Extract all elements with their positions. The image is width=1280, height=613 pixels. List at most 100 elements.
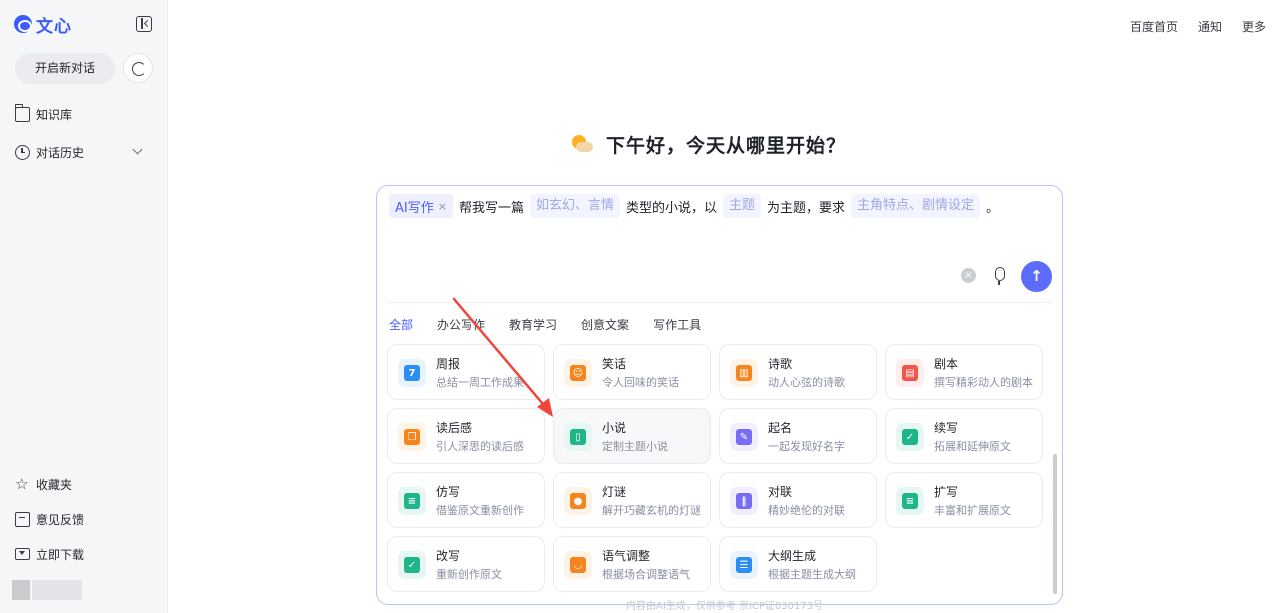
prompt-text: 。 xyxy=(986,200,1000,216)
feedback-icon xyxy=(15,511,30,527)
scroll-thumb[interactable] xyxy=(1053,454,1057,594)
template-card[interactable]: ◡ 语气调整根据场合调整语气 xyxy=(553,536,711,592)
template-desc: 一起发现好名字 xyxy=(768,440,845,453)
nav-notifications[interactable]: 通知 xyxy=(1198,18,1222,35)
sidebar-item-label: 收藏夹 xyxy=(36,477,73,492)
sidebar-item-download[interactable]: 立即下载 xyxy=(15,543,84,565)
microphone-icon[interactable] xyxy=(991,266,1007,286)
logo[interactable]: 文心 xyxy=(14,12,72,37)
folder-icon xyxy=(15,103,30,122)
template-card[interactable]: ● 灯谜解开巧藏玄机的灯谜 xyxy=(553,472,711,528)
template-title: 仿写 xyxy=(436,485,461,499)
template-card[interactable]: ❐ 读后感 引人深思的读后感 xyxy=(387,408,545,464)
template-card[interactable]: ▥ 诗歌动人心弦的诗歌 xyxy=(719,344,877,400)
template-desc: 动人心弦的诗歌 xyxy=(768,376,845,389)
nav-baidu-home[interactable]: 百度首页 xyxy=(1130,18,1178,35)
new-chat-button[interactable]: 开启新对话 xyxy=(15,53,115,84)
name-card-icon: ✎ xyxy=(730,423,758,451)
template-card[interactable]: ✎ 起名一起发现好名字 xyxy=(719,408,877,464)
sidebar-item-chat-history[interactable]: 对话历史 xyxy=(15,141,84,163)
sidebar: 文心 开启新对话 知识库 对话历史 ☆ 收藏夹 意见反馈 立即下载 xyxy=(0,0,168,613)
tab-writing-tools[interactable]: 写作工具 xyxy=(653,316,701,333)
clock-icon xyxy=(15,144,30,160)
send-button[interactable]: ↑ xyxy=(1021,261,1052,292)
template-desc: 根据主题生成大纲 xyxy=(768,568,856,581)
template-desc: 借鉴原文重新创作 xyxy=(436,504,524,517)
template-card[interactable]: ▯ 小说 定制主题小说 xyxy=(553,408,711,464)
book-icon: ▯ xyxy=(564,423,592,451)
lantern-icon: ● xyxy=(564,487,592,515)
template-grid: 7 周报 总结一周工作成果 ☺ 笑话 令人回味的笑话 ▥ 诗歌 动人心弦的诗歌 ▤ 剧本 撰写精彩动人… xyxy=(387,344,1043,592)
template-title: 剧本 xyxy=(934,357,959,371)
prompt-text: 帮我写一篇 xyxy=(458,200,524,216)
poem-icon: ▥ xyxy=(730,359,758,387)
logo-text: 文心 xyxy=(36,16,72,37)
template-card[interactable]: ‖ 对联精妙绝伦的对联 xyxy=(719,472,877,528)
ai-writing-tag[interactable]: AI写作 × xyxy=(389,194,453,218)
tag-close-icon[interactable]: × xyxy=(438,200,447,213)
template-title: 大纲生成 xyxy=(768,549,817,563)
template-title: 诗歌 xyxy=(768,357,793,371)
prompt-text: 为主题，要求 xyxy=(767,200,846,216)
refresh-icon[interactable] xyxy=(123,53,153,83)
tab-all[interactable]: 全部 xyxy=(389,316,413,333)
template-desc: 精妙绝伦的对联 xyxy=(768,504,845,517)
tab-office-writing[interactable]: 办公写作 xyxy=(437,316,485,333)
collapse-sidebar-icon[interactable] xyxy=(136,16,152,32)
tone-icon: ◡ xyxy=(564,551,592,579)
prompt-slot-theme[interactable]: 主题 xyxy=(723,194,762,218)
template-card[interactable]: 7 周报总结一周工作成果 xyxy=(387,344,545,400)
prompt-slot-requirements[interactable]: 主角特点、剧情设定 xyxy=(851,194,981,218)
footer-note: 内容由AI生成，仅供参考 京ICP证030173号 xyxy=(626,601,824,612)
tab-creative-copy[interactable]: 创意文案 xyxy=(581,316,629,333)
weather-icon xyxy=(570,133,594,155)
template-title: 笑话 xyxy=(602,357,627,371)
template-desc: 令人回味的笑话 xyxy=(602,376,679,389)
template-title: 小说 xyxy=(602,421,627,435)
sidebar-item-knowledge-base[interactable]: 知识库 xyxy=(15,103,72,125)
sidebar-item-favorites[interactable]: ☆ 收藏夹 xyxy=(15,473,72,495)
template-title: 起名 xyxy=(768,421,793,435)
template-title: 周报 xyxy=(436,357,461,371)
template-card[interactable]: ✓ 续写 拓展和延伸原文 xyxy=(885,408,1043,464)
chevron-down-icon[interactable] xyxy=(132,144,143,155)
template-tabs: 全部 办公写作 教育学习 创意文案 写作工具 xyxy=(389,316,701,333)
clapper-icon: ▤ xyxy=(896,359,924,387)
couplet-icon: ‖ xyxy=(730,487,758,515)
prompt-card: AI写作 × 帮我写一篇 如玄幻、言情 类型的小说，以 主题 为主题，要求 主角… xyxy=(376,185,1063,605)
scrollbar[interactable] xyxy=(1053,346,1057,596)
template-card[interactable]: ✓ 改写 重新创作原文 xyxy=(387,536,545,592)
template-title: 改写 xyxy=(436,549,461,563)
clear-icon[interactable]: × xyxy=(961,268,976,283)
template-title: 语气调整 xyxy=(602,549,651,563)
template-card[interactable]: ☰ 大纲生成根据主题生成大纲 xyxy=(719,536,877,592)
template-card[interactable]: ≡ 扩写丰富和扩展原文 xyxy=(885,472,1043,528)
tab-education[interactable]: 教育学习 xyxy=(509,316,557,333)
template-card[interactable]: ≡ 仿写 借鉴原文重新创作 xyxy=(387,472,545,528)
template-title: 扩写 xyxy=(934,485,959,499)
sidebar-item-label: 立即下载 xyxy=(36,547,85,562)
logo-icon xyxy=(14,15,32,33)
template-title: 对联 xyxy=(768,485,793,499)
template-desc: 解开巧藏玄机的灯谜 xyxy=(602,504,701,517)
continue-pen-icon: ✓ xyxy=(896,423,924,451)
template-desc: 撰写精彩动人的剧本 xyxy=(934,376,1033,389)
template-desc: 总结一周工作成果 xyxy=(436,376,524,389)
template-desc: 根据场合调整语气 xyxy=(602,568,690,581)
sidebar-item-feedback[interactable]: 意见反馈 xyxy=(15,508,84,530)
outline-icon: ☰ xyxy=(730,551,758,579)
rewrite-icon: ✓ xyxy=(398,551,426,579)
greeting-text: 下午好，今天从哪里开始？ xyxy=(606,134,847,157)
template-card[interactable]: ▤ 剧本撰写精彩动人的剧本 xyxy=(885,344,1043,400)
calendar-icon: 7 xyxy=(398,359,426,387)
expand-icon: ≡ xyxy=(896,487,924,515)
template-card[interactable]: ☺ 笑话 令人回味的笑话 xyxy=(553,344,711,400)
avatar[interactable] xyxy=(12,580,82,600)
prompt-input[interactable]: AI写作 × 帮我写一篇 如玄幻、言情 类型的小说，以 主题 为主题，要求 主角… xyxy=(389,194,999,218)
top-nav: 百度首页 通知 更多 xyxy=(1130,18,1266,35)
prompt-slot-genre[interactable]: 如玄幻、言情 xyxy=(529,194,620,218)
template-desc: 丰富和扩展原文 xyxy=(934,504,1011,517)
template-title: 灯谜 xyxy=(602,485,627,499)
nav-more[interactable]: 更多 xyxy=(1242,18,1266,35)
template-title: 续写 xyxy=(934,421,959,435)
